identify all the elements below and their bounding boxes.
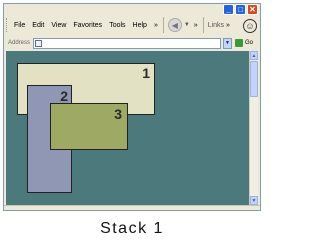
status-bar [4, 205, 260, 210]
box-1-label: 1 [142, 65, 150, 81]
address-input[interactable] [33, 37, 222, 49]
toolbar-chevron[interactable]: » [194, 22, 198, 29]
smiley-icon: ☺ [243, 19, 257, 33]
menu-favorites[interactable]: Favorites [73, 22, 102, 29]
vertical-scrollbar[interactable]: ▲ ▼ [249, 51, 258, 205]
toolbar-separator [162, 17, 164, 33]
address-label: Address [8, 40, 31, 46]
box-2-label: 2 [60, 88, 68, 104]
links-chevron[interactable]: » [226, 22, 230, 29]
toolbar-separator [202, 17, 204, 33]
scroll-down-icon[interactable]: ▼ [250, 196, 258, 205]
back-arrow-icon[interactable]: ◀ [167, 18, 182, 32]
scroll-thumb[interactable] [250, 61, 258, 97]
page-icon [35, 39, 43, 47]
menu-edit[interactable]: Edit [32, 22, 44, 29]
go-arrow-icon [235, 39, 244, 47]
browser-window: _ □ ✕ File Edit View Favorites Tools Hel… [3, 3, 261, 211]
page-content: 1 2 3 [6, 51, 249, 205]
box-3-label: 3 [114, 106, 122, 122]
go-label: Go [245, 40, 254, 46]
back-dropdown-icon[interactable]: ▼ [184, 22, 190, 28]
address-bar: Address ▼ Go [4, 36, 260, 50]
menu-file[interactable]: File [14, 22, 25, 29]
go-button[interactable]: Go [235, 39, 253, 47]
menu-view[interactable]: View [51, 22, 66, 29]
stack-box-3: 3 [50, 103, 128, 150]
address-dropdown-icon[interactable]: ▼ [223, 37, 233, 49]
menu-help[interactable]: Help [133, 22, 147, 29]
menubar-chevron[interactable]: » [154, 22, 158, 29]
scroll-up-icon[interactable]: ▲ [250, 51, 258, 60]
toolbar-grip[interactable] [6, 18, 10, 32]
menu-bar: File Edit View Favorites Tools Help » ◀ … [4, 14, 260, 36]
figure-caption: Stack 1 [100, 220, 164, 237]
links-label[interactable]: Links [208, 22, 224, 29]
menu-tools[interactable]: Tools [109, 22, 125, 29]
